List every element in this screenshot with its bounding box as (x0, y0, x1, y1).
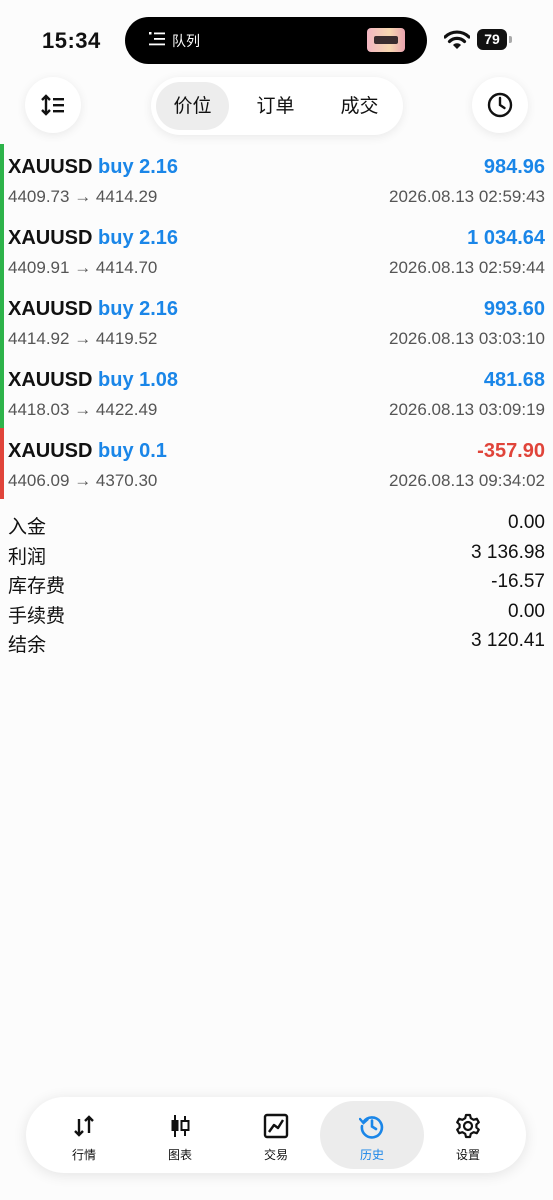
summary-label: 入金 (8, 516, 47, 538)
list-item[interactable]: XAUUSD buy 2.16 1 034.64 4409.91 → 4414.… (0, 215, 553, 286)
summary-label: 结余 (8, 634, 47, 656)
list-item[interactable]: XAUUSD buy 1.08 481.68 4418.03 → 4422.49… (0, 357, 553, 428)
quotes-arrows-icon (74, 1115, 94, 1137)
profit-value: -357.90 (477, 440, 545, 462)
close-price: 4370.30 (95, 471, 158, 490)
position-color-bar (0, 357, 4, 428)
close-time: 2026.08.13 03:03:10 (389, 329, 545, 348)
battery-indicator: 79 (477, 29, 512, 50)
clock-icon (487, 92, 513, 118)
nav-charts[interactable]: 图表 (130, 1101, 230, 1169)
profit-value: 984.96 (483, 156, 545, 178)
gear-icon (456, 1113, 480, 1139)
position-color-bar (0, 144, 4, 215)
nav-trade[interactable]: 交易 (226, 1101, 326, 1169)
summary-row-deposit: 入金 0.00 (0, 510, 553, 540)
nav-settings[interactable]: 设置 (418, 1101, 518, 1169)
side-volume: buy 2.16 (98, 227, 179, 249)
summary-row-swap: 库存费 -16.57 (0, 569, 553, 599)
summary-row-commission: 手续费 0.00 (0, 599, 553, 629)
candlestick-icon (171, 1115, 190, 1137)
period-button[interactable] (472, 77, 528, 133)
list-item[interactable]: XAUUSD buy 0.1 -357.90 4406.09 → 4370.30… (0, 428, 553, 499)
view-segmented-control: 价位 订单 成交 (151, 77, 403, 135)
sort-icon (41, 94, 64, 116)
profit-value: 993.60 (483, 298, 545, 320)
queue-label: 队列 (172, 34, 200, 50)
open-price: 4406.09 (8, 471, 70, 490)
summary-value: 0.00 (508, 600, 545, 622)
summary-value: 3 120.41 (471, 630, 545, 651)
summary-row-profit: 利润 3 136.98 (0, 540, 553, 570)
tab-deals[interactable]: 成交 (323, 82, 396, 130)
nav-quotes[interactable]: 行情 (34, 1101, 134, 1169)
open-price: 4418.03 (8, 400, 70, 419)
arrow-icon: → (74, 471, 92, 490)
summary-value: -16.57 (491, 571, 545, 592)
account-summary: 入金 0.00 利润 3 136.98 库存费 -16.57 手续费 0.00 … (0, 510, 553, 658)
summary-label: 库存费 (8, 575, 66, 597)
open-price: 4409.91 (8, 258, 70, 277)
close-price: 4414.29 (95, 187, 158, 206)
side-volume: buy 0.1 (98, 440, 167, 462)
trade-chart-icon (263, 1113, 289, 1139)
summary-value: 0.00 (508, 512, 545, 533)
close-time: 2026.08.13 02:59:44 (389, 258, 545, 277)
summary-label: 利润 (8, 545, 47, 568)
history-position-list: XAUUSD buy 2.16 984.96 4409.73 → 4414.29… (0, 144, 553, 499)
nav-label: 行情 (71, 1148, 96, 1162)
nav-label: 图表 (167, 1148, 192, 1162)
symbol-label: XAUUSD (8, 369, 93, 391)
symbol-label: XAUUSD (8, 298, 93, 320)
open-price: 4409.73 (8, 187, 70, 206)
summary-label: 手续费 (8, 604, 66, 627)
close-price: 4422.49 (95, 400, 158, 419)
side-volume: buy 2.16 (98, 156, 179, 178)
album-art (367, 28, 405, 52)
symbol-label: XAUUSD (8, 156, 93, 178)
close-time: 2026.08.13 03:09:19 (389, 400, 545, 419)
arrow-icon: → (74, 400, 92, 419)
nav-label: 设置 (455, 1148, 480, 1162)
position-color-bar (0, 428, 4, 499)
close-price: 4419.52 (95, 329, 158, 348)
position-color-bar (0, 286, 4, 357)
bottom-nav: 行情 图表 交易 历史 设置 (26, 1097, 526, 1173)
sort-button[interactable] (25, 77, 81, 133)
symbol-label: XAUUSD (8, 440, 93, 462)
status-time: 15:34 (42, 28, 101, 53)
position-color-bar (0, 215, 4, 286)
history-clock-icon (359, 1116, 384, 1139)
summary-value: 3 136.98 (471, 541, 545, 563)
side-volume: buy 1.08 (98, 369, 179, 391)
nav-label: 交易 (263, 1148, 288, 1162)
list-item[interactable]: XAUUSD buy 2.16 993.60 4414.92 → 4419.52… (0, 286, 553, 357)
list-item[interactable]: XAUUSD buy 2.16 984.96 4409.73 → 4414.29… (0, 144, 553, 215)
nav-label: 历史 (359, 1148, 384, 1162)
nav-history[interactable]: 历史 (320, 1101, 424, 1169)
dynamic-island[interactable]: 队列 (125, 17, 427, 64)
queue-list-icon (149, 32, 165, 46)
tab-positions[interactable]: 价位 (156, 82, 229, 130)
close-time: 2026.08.13 02:59:43 (389, 187, 545, 206)
arrow-icon: → (74, 258, 92, 277)
open-price: 4414.92 (8, 329, 70, 348)
summary-row-balance: 结余 3 120.41 (0, 628, 553, 658)
symbol-label: XAUUSD (8, 227, 93, 249)
profit-value: 1 034.64 (467, 227, 545, 249)
arrow-icon: → (74, 187, 92, 206)
profit-value: 481.68 (483, 369, 545, 391)
close-price: 4414.70 (95, 258, 158, 277)
close-time: 2026.08.13 09:34:02 (389, 471, 545, 490)
tab-orders[interactable]: 订单 (239, 82, 312, 130)
wifi-icon (444, 30, 470, 49)
arrow-icon: → (74, 329, 92, 348)
side-volume: buy 2.16 (98, 298, 179, 320)
